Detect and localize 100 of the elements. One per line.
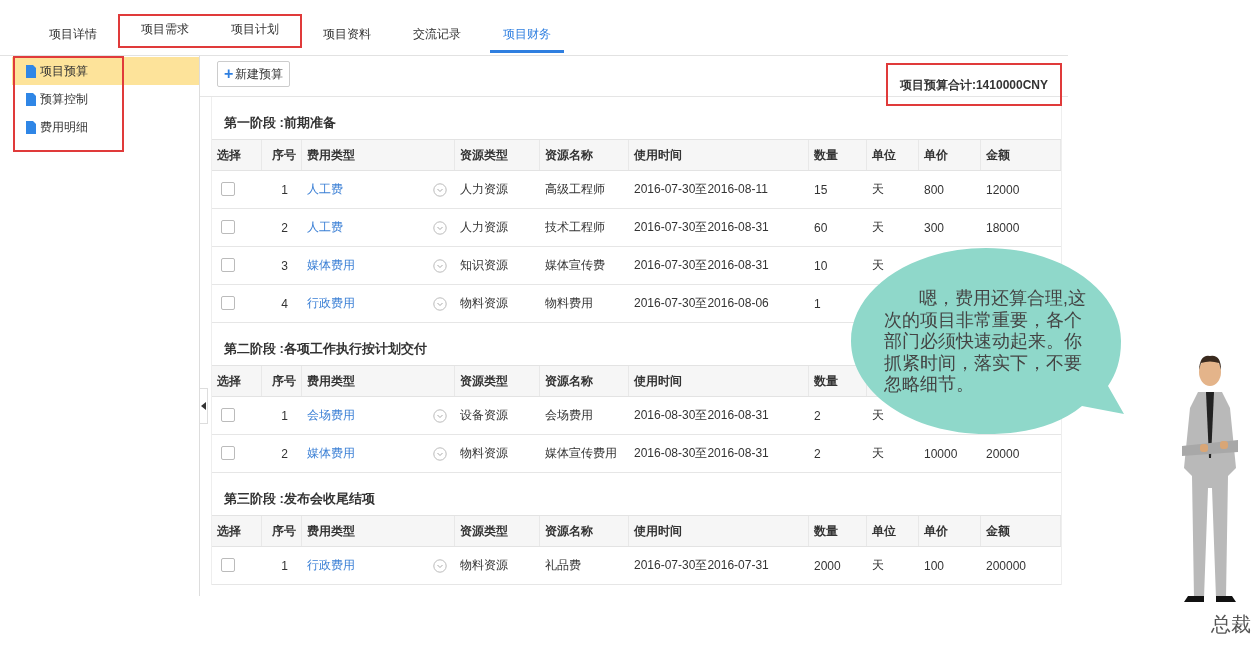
budget-total: 项目预算合计:1410000CNY (885, 62, 1062, 106)
fee-type-link[interactable]: 会场费用 (307, 407, 355, 424)
table-cell: 人力资源 (460, 182, 508, 196)
tab[interactable]: 项目需求 (128, 16, 202, 46)
checkbox[interactable] (221, 219, 235, 234)
table-cell: 3 (281, 258, 288, 273)
stage-title: 第三阶段 :发布会收尾结项 (224, 490, 375, 508)
table-cell: 物料资源 (460, 296, 508, 310)
table-cell: 1 (281, 558, 288, 573)
table-cell: 2 (814, 408, 821, 423)
checkbox[interactable] (221, 407, 235, 422)
table-cell: 60 (814, 220, 828, 235)
sidebar-item[interactable]: 费用明细 (12, 113, 199, 141)
table-cell: 高级工程师 (545, 182, 605, 196)
tab[interactable]: 项目计划 (218, 16, 292, 46)
table-cell: 300 (924, 220, 945, 235)
column-header: 使用时间 (629, 140, 809, 170)
fee-type-link[interactable]: 人工费 (307, 219, 343, 236)
sidebar-item[interactable]: 预算控制 (12, 85, 199, 113)
column-header: 选择 (212, 366, 262, 396)
collapse-arrow-icon (201, 402, 206, 410)
dropdown-icon[interactable] (433, 558, 447, 573)
column-header: 数量 (809, 140, 867, 170)
table-cell: 媒体宣传费 (545, 258, 605, 272)
column-header: 金额 (981, 516, 1061, 546)
table-cell: 知识资源 (460, 258, 508, 272)
table-cell: 10 (814, 258, 828, 273)
table-cell: 物料资源 (460, 558, 508, 572)
column-header: 序号 (262, 366, 302, 396)
fee-type-link[interactable]: 媒体费用 (307, 257, 355, 274)
table-cell: 2016-07-30至2016-08-06 (634, 296, 769, 310)
checkbox[interactable] (221, 445, 235, 460)
dropdown-icon[interactable] (433, 258, 447, 273)
table-cell: 2016-07-30至2016-08-31 (634, 258, 769, 272)
table-cell: 1 (814, 296, 821, 311)
checkbox[interactable] (221, 557, 235, 572)
sidebar-item[interactable]: 项目预算 (12, 57, 199, 85)
column-header: 费用类型 (302, 516, 455, 546)
table-cell: 10000 (924, 446, 958, 461)
column-header: 单位 (867, 516, 919, 546)
table-cell: 2 (281, 220, 288, 235)
column-header: 序号 (262, 140, 302, 170)
table-cell: 天 (872, 446, 884, 460)
table-cell: 18000 (986, 220, 1020, 235)
column-header: 金额 (981, 140, 1061, 170)
column-header: 费用类型 (302, 140, 455, 170)
collapse-handle[interactable] (199, 388, 208, 424)
table-cell: 2016-07-30至2016-08-11 (634, 182, 768, 196)
dropdown-icon[interactable] (433, 296, 447, 311)
column-header: 资源类型 (455, 366, 540, 396)
fee-type-link[interactable]: 行政费用 (307, 295, 355, 312)
table-cell: 会场费用 (545, 408, 593, 422)
tab[interactable]: 项目财务 (490, 18, 564, 53)
checkbox[interactable] (221, 181, 235, 196)
column-header: 序号 (262, 516, 302, 546)
table-cell: 20000 (986, 446, 1020, 461)
dropdown-icon[interactable] (433, 182, 447, 197)
table-cell: 物料费用 (545, 296, 593, 310)
column-header: 单价 (919, 516, 981, 546)
column-header: 数量 (809, 516, 867, 546)
tab[interactable]: 项目资料 (310, 18, 384, 53)
table-cell: 2016-07-30至2016-08-31 (634, 220, 769, 234)
column-header: 资源类型 (455, 140, 540, 170)
column-header: 选择 (212, 140, 262, 170)
document-icon (26, 64, 36, 78)
column-header: 资源名称 (540, 366, 629, 396)
column-header: 选择 (212, 516, 262, 546)
table-cell: 天 (872, 258, 884, 272)
table-cell: 1 (281, 408, 288, 423)
tab[interactable]: 交流记录 (400, 18, 474, 53)
stage-title: 第二阶段 :各项工作执行按计划交付 (224, 340, 427, 358)
column-header: 资源名称 (540, 516, 629, 546)
table-cell: 2016-08-30至2016-08-31 (634, 408, 769, 422)
column-header: 资源名称 (540, 140, 629, 170)
fee-type-link[interactable]: 行政费用 (307, 557, 355, 574)
table-cell: 天 (872, 408, 884, 422)
fee-type-link[interactable]: 媒体费用 (307, 445, 355, 462)
column-header: 单价 (919, 140, 981, 170)
table-cell: 100 (924, 558, 945, 573)
table-cell: 天 (872, 220, 884, 234)
checkbox[interactable] (221, 295, 235, 310)
dropdown-icon[interactable] (433, 446, 447, 461)
table-cell: 800 (924, 182, 945, 197)
document-icon (26, 92, 36, 106)
table-cell: 人力资源 (460, 220, 508, 234)
table-cell: 2 (281, 446, 288, 461)
column-header: 单位 (867, 140, 919, 170)
table-cell: 2016-07-30至2016-07-31 (634, 558, 769, 572)
dropdown-icon[interactable] (433, 408, 447, 423)
table-cell: 天 (872, 558, 884, 572)
dropdown-icon[interactable] (433, 220, 447, 235)
table-cell: 4 (281, 296, 288, 311)
table-cell: 2000 (814, 558, 841, 573)
table-cell: 1 (281, 182, 288, 197)
tab[interactable]: 项目详情 (36, 18, 110, 53)
column-header: 费用类型 (302, 366, 455, 396)
checkbox[interactable] (221, 257, 235, 272)
table-cell: 15 (814, 182, 828, 197)
new-budget-button[interactable]: +新建预算 (217, 61, 291, 87)
fee-type-link[interactable]: 人工费 (307, 181, 343, 198)
